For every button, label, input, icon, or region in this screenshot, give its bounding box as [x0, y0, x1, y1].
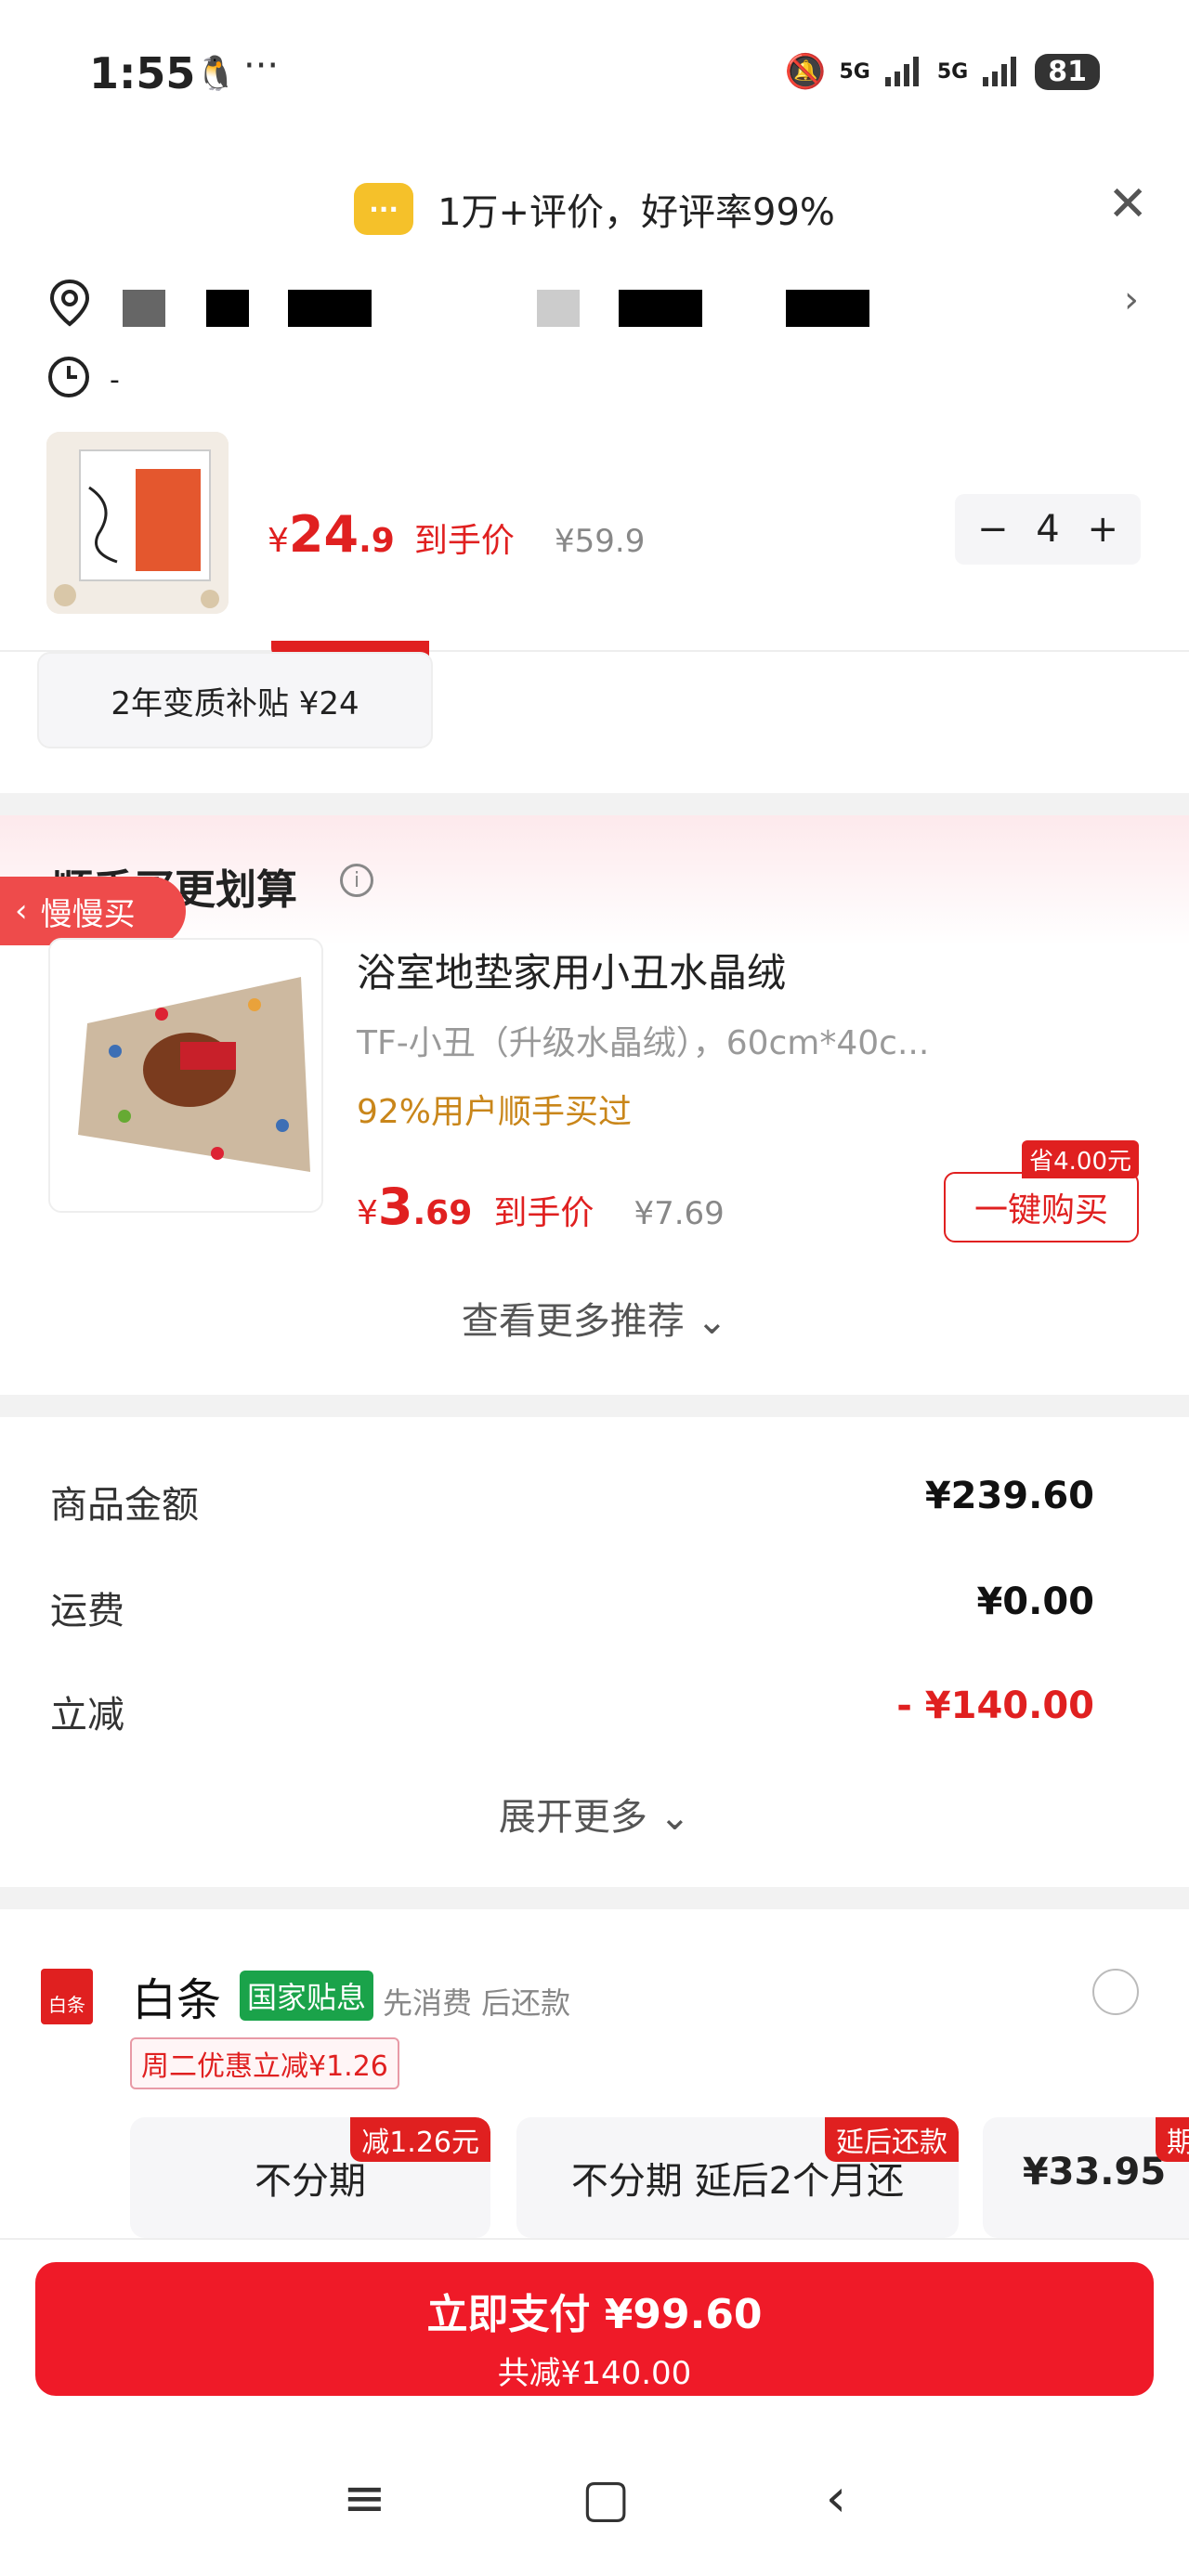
menu-icon[interactable]: ≡ — [343, 2468, 386, 2529]
original-price: ¥59.9 — [555, 523, 646, 560]
section-divider — [0, 793, 1189, 815]
redacted-block — [786, 290, 869, 327]
quantity-value: 4 — [1036, 508, 1060, 551]
addon-price: ¥3.69 到手价 ¥7.69 — [357, 1177, 725, 1236]
review-toast: ··· 1万+评价，好评率99% — [0, 167, 1189, 251]
network-label-2: 5G — [936, 59, 969, 84]
discount-value: - ¥140.00 — [896, 1685, 1094, 1727]
plus-icon[interactable]: + — [1087, 508, 1118, 551]
addon-product-spec: TF-小丑（升级水晶绒），60cm*40c... — [357, 1024, 930, 1062]
more-dots-icon: ··· — [243, 45, 280, 87]
signal-icon — [884, 57, 919, 86]
chevron-left-icon: ‹ — [15, 892, 28, 930]
toast-text: 1万+评价，好评率99% — [438, 191, 835, 234]
status-icons: 🔕 5G 5G 81 — [785, 52, 1100, 91]
baitiao-logo-icon: 白条 — [41, 1969, 93, 2024]
product-price: ¥24.9 到手价 ¥59.9 — [268, 505, 646, 564]
battery-indicator: 81 — [1035, 53, 1100, 90]
redacted-block — [206, 290, 249, 327]
plan-option[interactable]: 不分期 减1.26元 — [130, 2117, 490, 2238]
chevron-right-icon[interactable]: › — [1124, 279, 1139, 321]
pay-sub: 共减¥140.00 — [497, 2355, 692, 2392]
more-recommendations[interactable]: 查看更多推荐 ⌄ — [0, 1291, 1189, 1345]
summary-value: ¥0.00 — [976, 1581, 1094, 1623]
delivery-time: - — [110, 364, 120, 397]
baitiao-name: 白条 — [132, 1974, 222, 2026]
address-row[interactable] — [48, 279, 91, 331]
system-nav-bar: ≡ ▢ ‹ — [0, 2452, 1189, 2544]
summary-label: 商品金额 — [50, 1484, 199, 1527]
addon-bought-rate: 92%用户顺手买过 — [357, 1093, 633, 1131]
chevron-down-icon: ⌄ — [659, 1796, 691, 1839]
baitiao-radio[interactable] — [1092, 1969, 1139, 2015]
pay-label: 立即支付 ¥99.60 — [426, 2291, 763, 2338]
quantity-stepper[interactable]: − 4 + — [955, 494, 1141, 565]
gov-subsidy-tag: 国家贴息 — [240, 1971, 374, 2021]
qq-icon: 🐧 — [195, 55, 237, 93]
expand-more[interactable]: 展开更多 ⌄ — [0, 1787, 1189, 1841]
signal-icon-2 — [983, 57, 1017, 86]
location-pin-icon — [49, 279, 90, 327]
product-thumbnail[interactable] — [46, 432, 229, 614]
section-divider — [0, 1887, 1189, 1909]
baitiao-desc: 先消费 后还款 — [383, 1985, 571, 2021]
section-divider — [0, 1395, 1189, 1417]
redacted-block — [288, 290, 372, 327]
close-icon[interactable]: ✕ — [1107, 180, 1148, 228]
subsidy-card[interactable]: 2年变质补贴 ¥24 — [37, 652, 433, 748]
status-time: 1:55 — [89, 48, 196, 98]
back-icon[interactable]: ‹ — [826, 2468, 846, 2529]
network-label: 5G — [839, 59, 870, 84]
addon-original-price: ¥7.69 — [634, 1195, 725, 1232]
summary-label: 立减 — [50, 1694, 124, 1737]
info-icon[interactable]: i — [340, 864, 373, 897]
summary-value: ¥239.60 — [924, 1475, 1094, 1517]
mute-icon: 🔕 — [784, 53, 827, 91]
clock-icon — [46, 355, 91, 403]
addon-product-image[interactable] — [48, 938, 323, 1213]
promo-tag: 周二优惠立减¥1.26 — [130, 2037, 399, 2089]
addon-product-title[interactable]: 浴室地垫家用小丑水晶绒 — [357, 942, 786, 998]
slow-buy-button[interactable]: ‹ 慢慢买 — [0, 877, 186, 945]
one-click-buy-button[interactable]: 一键购买 — [944, 1172, 1139, 1242]
home-icon[interactable]: ▢ — [581, 2468, 631, 2529]
status-bar: 1:55 🐧 ··· 🔕 5G 5G 81 — [0, 0, 1189, 139]
chat-bubble-icon: ··· — [354, 183, 414, 235]
summary-label: 运费 — [50, 1590, 124, 1633]
plan-option[interactable]: ¥33.95 期 — [983, 2117, 1189, 2238]
plan-option[interactable]: 不分期 延后2个月还 延后还款 — [516, 2117, 959, 2238]
minus-icon[interactable]: − — [977, 508, 1009, 551]
redacted-block — [537, 290, 580, 327]
pay-now-button[interactable]: 立即支付 ¥99.60 共减¥140.00 — [35, 2262, 1154, 2396]
redacted-block — [619, 290, 702, 327]
chevron-down-icon: ⌄ — [696, 1300, 728, 1343]
redacted-block — [123, 290, 165, 327]
